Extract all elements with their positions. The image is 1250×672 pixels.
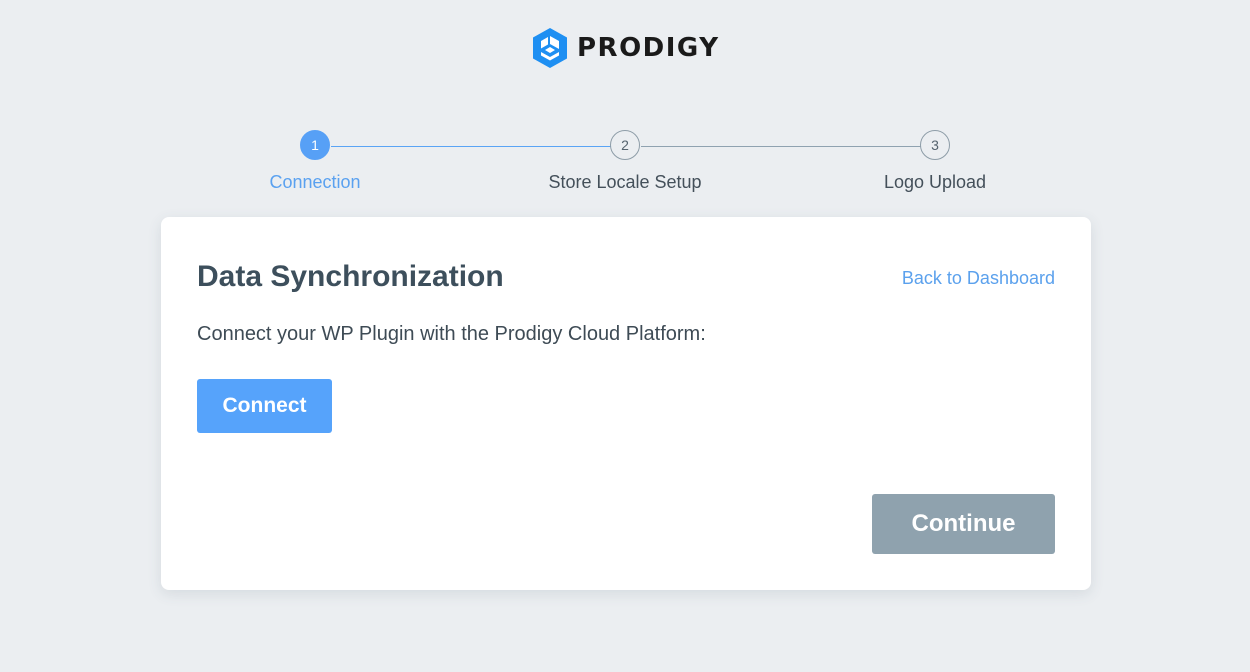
- step-connector-1-2: [331, 146, 611, 147]
- step-1-number: 1: [311, 137, 319, 153]
- page-title: Data Synchronization: [197, 260, 504, 293]
- step-2-indicator[interactable]: 2: [610, 130, 640, 160]
- brand-name: PRODIGY: [577, 33, 720, 63]
- back-to-dashboard-link[interactable]: Back to Dashboard: [902, 267, 1055, 289]
- brand-logo: PRODIGY: [531, 27, 720, 69]
- continue-button[interactable]: Continue: [872, 494, 1055, 554]
- step-3-number: 3: [931, 137, 939, 153]
- connect-description: Connect your WP Plugin with the Prodigy …: [197, 323, 706, 345]
- step-3-label: Logo Upload: [883, 172, 987, 192]
- data-sync-card: Data Synchronization Back to Dashboard C…: [161, 217, 1091, 590]
- step-connector-2-3: [641, 146, 921, 147]
- connect-button[interactable]: Connect: [197, 379, 332, 433]
- step-2-number: 2: [621, 137, 629, 153]
- step-1-label: Connection: [269, 172, 361, 192]
- step-1-indicator[interactable]: 1: [300, 130, 330, 160]
- prodigy-cube-logo-icon: [533, 28, 567, 68]
- step-2-label: Store Locale Setup: [548, 172, 702, 192]
- step-3-indicator[interactable]: 3: [920, 130, 950, 160]
